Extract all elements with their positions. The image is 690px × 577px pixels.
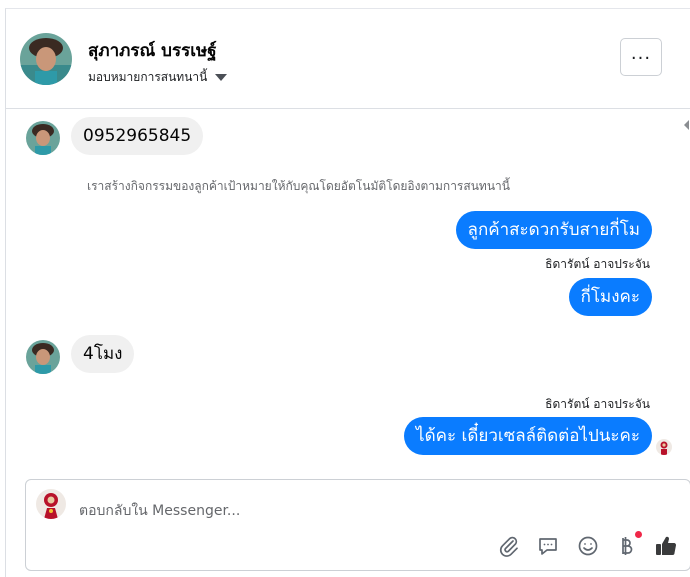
contact-name: สุภาภรณ์ บรรเษฐ์ (88, 41, 217, 61)
notification-dot (635, 531, 642, 538)
message-incoming: 4โมง (71, 335, 135, 373)
contact-avatar[interactable] (20, 33, 72, 85)
message-outgoing: ได้คะ เดี๋ยวเซลล์ติดต่อไปนะคะ (404, 417, 652, 455)
assign-conversation-dropdown[interactable]: มอบหมายการสนทนานี้ (88, 68, 228, 87)
paperclip-icon[interactable] (497, 534, 521, 558)
thumbs-up-icon[interactable] (654, 534, 678, 558)
reply-composer[interactable]: ตอบกลับใน Messenger... (25, 479, 690, 571)
message-text: ลูกค้าสะดวกรับสายกี่โม (455, 211, 652, 249)
conversation-header: สุภาภรณ์ บรรเษฐ์ มอบหมายการสนทนานี้ ... (6, 9, 690, 109)
assign-conversation-label: มอบหมายการสนทนานี้ (88, 70, 208, 84)
message-text: กี่โมงคะ (568, 278, 652, 316)
conversation-panel: สุภาภรณ์ บรรเษฐ์ มอบหมายการสนทนานี้ ... … (5, 8, 690, 577)
seen-receipt-avatar (656, 439, 672, 455)
message-sender: ธิดารัตน์ อาจประจัน (545, 257, 650, 271)
page-avatar (36, 489, 66, 519)
message-outgoing: กี่โมงคะ (568, 278, 652, 316)
baht-icon[interactable] (614, 534, 638, 558)
more-options-label: ... (630, 43, 652, 64)
caret-down-icon (215, 74, 228, 81)
chat-bubble-icon[interactable] (536, 534, 560, 558)
message-incoming: 0952965845 (71, 117, 204, 155)
contact-avatar-small (26, 340, 60, 374)
scroll-up-arrow-icon[interactable] (684, 117, 690, 131)
reply-input[interactable]: ตอบกลับใน Messenger... (79, 500, 240, 522)
message-outgoing: ลูกค้าสะดวกรับสายกี่โม (455, 211, 652, 249)
emoji-icon[interactable] (576, 534, 600, 558)
message-text: 4โมง (71, 335, 135, 373)
message-text: 0952965845 (71, 117, 204, 155)
message-text: ได้คะ เดี๋ยวเซลล์ติดต่อไปนะคะ (404, 417, 652, 455)
contact-avatar-small (26, 121, 60, 155)
message-sender: ธิดารัตน์ อาจประจัน (545, 397, 650, 411)
more-options-button[interactable]: ... (620, 38, 662, 76)
system-notice: เราสร้างกิจกรรมของลูกค้าเป้าหมายให้กับคุ… (87, 179, 510, 193)
